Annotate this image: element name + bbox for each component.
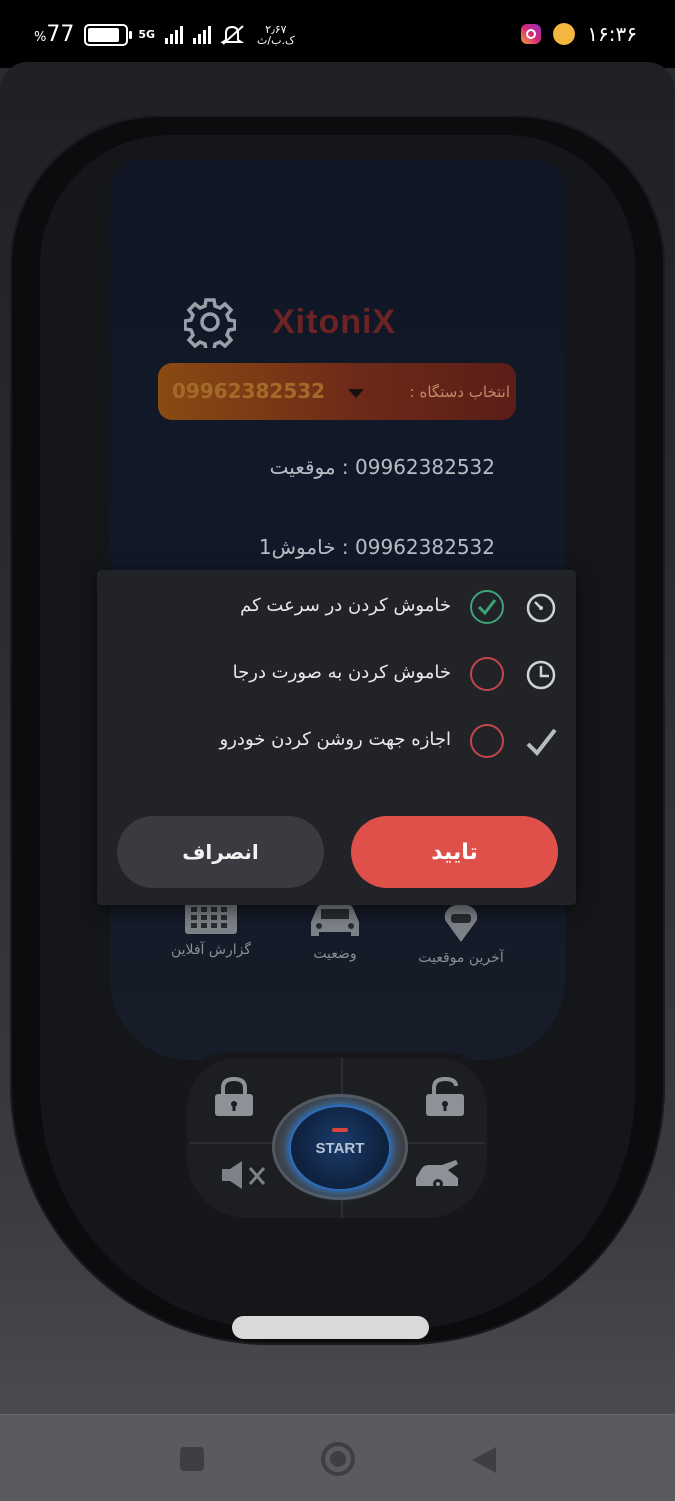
device-selector[interactable]: 09962382532 انتخاب دستگاه : bbox=[158, 363, 516, 420]
lock-icon[interactable] bbox=[211, 1076, 257, 1118]
shutdown-options-dialog: خاموش کردن در سرعت کم خاموش کردن به صورت… bbox=[97, 570, 576, 905]
back-icon[interactable] bbox=[470, 1445, 498, 1475]
speedometer-icon bbox=[526, 593, 556, 623]
menu-last-location[interactable]: آخرین موقعیت bbox=[396, 900, 526, 966]
recents-icon[interactable] bbox=[178, 1445, 206, 1473]
status-bar: %77 5G ۲٫۶۷ ک.ب/ث ۱۶:۳۶ bbox=[0, 0, 675, 68]
option-checkbox-allow-start[interactable] bbox=[470, 724, 504, 758]
start-label: START bbox=[315, 1140, 365, 1157]
device-selector-label: انتخاب دستگاه : bbox=[409, 383, 510, 401]
location-car-icon bbox=[444, 904, 478, 942]
notification-emoji-icon bbox=[553, 23, 576, 45]
keypad-icon bbox=[185, 902, 237, 934]
checkmark-icon bbox=[526, 728, 557, 757]
confirm-button[interactable]: تایید bbox=[351, 816, 558, 888]
start-indicator-led bbox=[332, 1128, 348, 1132]
option-label-low-speed: خاموش کردن در سرعت کم bbox=[240, 595, 451, 616]
signal-icon-2 bbox=[193, 25, 212, 44]
car-icon bbox=[311, 904, 359, 936]
settings-gear-icon[interactable] bbox=[184, 296, 236, 348]
clock-icon bbox=[526, 660, 556, 690]
option-row-allow-start[interactable]: اجازه جهت روشن کردن خودرو bbox=[97, 712, 576, 772]
remote-home-pill bbox=[232, 1316, 429, 1339]
status-right: ۱۶:۳۶ bbox=[521, 22, 637, 46]
clock-time: ۱۶:۳۶ bbox=[587, 22, 637, 46]
trunk-car-icon[interactable] bbox=[414, 1158, 460, 1192]
option-row-immediate[interactable]: خاموش کردن به صورت درجا bbox=[97, 645, 576, 705]
menu-offline-report[interactable]: گزارش آفلاین bbox=[146, 900, 276, 958]
battery-icon bbox=[84, 23, 133, 46]
mute-speaker-icon[interactable] bbox=[218, 1158, 270, 1192]
option-label-immediate: خاموش کردن به صورت درجا bbox=[232, 662, 451, 683]
option-label-allow-start: اجازه جهت روشن کردن خودرو bbox=[219, 729, 451, 750]
battery-percent: %77 bbox=[34, 22, 75, 47]
system-nav-bar bbox=[0, 1414, 675, 1501]
info-line-location: 09962382532 : موقعیت bbox=[269, 455, 495, 479]
chevron-down-icon bbox=[348, 389, 364, 398]
option-row-low-speed[interactable]: خاموش کردن در سرعت کم bbox=[97, 578, 576, 638]
device-number: 09962382532 bbox=[172, 379, 326, 403]
home-icon[interactable] bbox=[320, 1441, 356, 1477]
mute-icon bbox=[221, 24, 245, 45]
option-checkbox-immediate[interactable] bbox=[470, 657, 504, 691]
network-speed: ۲٫۶۷ ک.ب/ث bbox=[257, 22, 295, 47]
option-checkbox-low-speed[interactable] bbox=[470, 590, 504, 624]
check-mark-icon bbox=[477, 599, 497, 616]
instagram-icon bbox=[521, 24, 542, 44]
network-type: 5G bbox=[138, 27, 156, 41]
info-line-shutdown: 09962382532 : خاموش1 bbox=[258, 535, 495, 559]
signal-icon bbox=[165, 25, 184, 44]
unlock-icon[interactable] bbox=[422, 1076, 468, 1118]
menu-status[interactable]: وضعیت bbox=[270, 900, 400, 962]
cancel-button[interactable]: انصراف bbox=[117, 816, 324, 888]
status-left: %77 5G ۲٫۶۷ ک.ب/ث bbox=[34, 22, 295, 47]
brand-logo: XitoniX bbox=[272, 303, 397, 341]
